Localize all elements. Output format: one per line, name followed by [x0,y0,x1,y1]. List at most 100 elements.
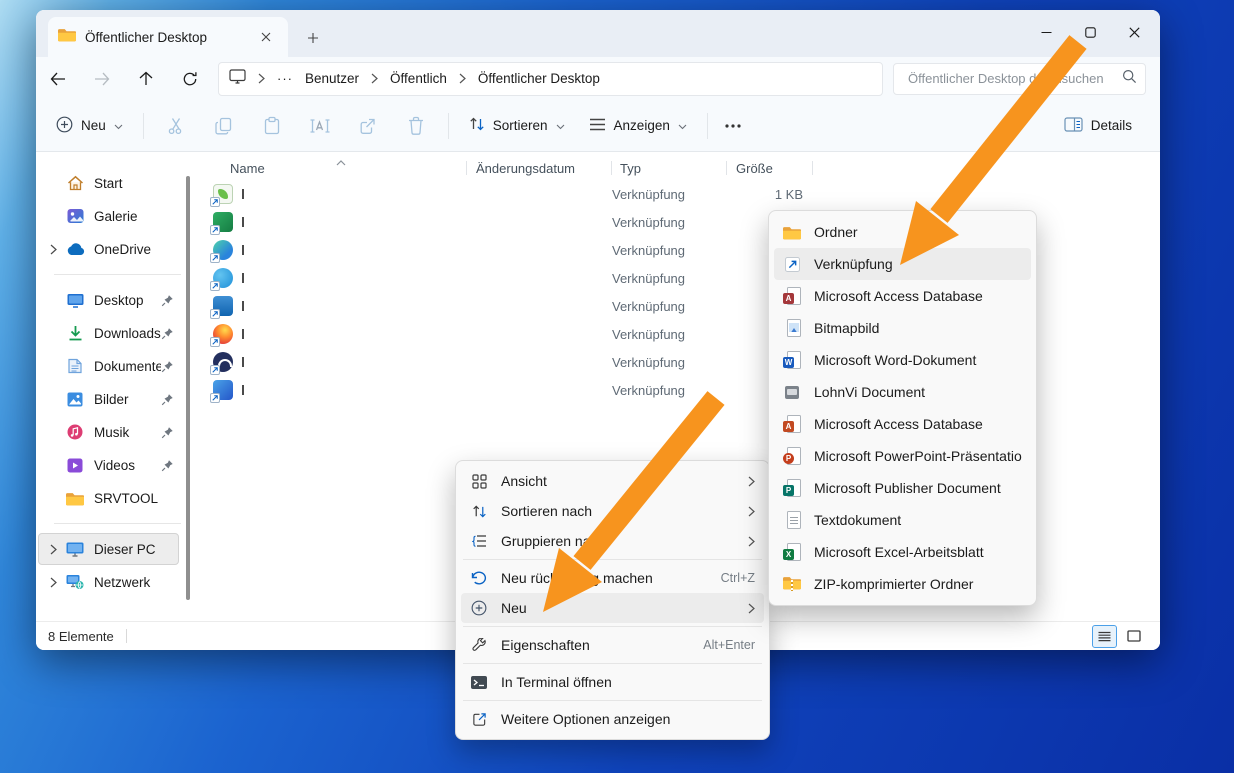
forward-button[interactable] [80,63,124,95]
menu-item-ansicht[interactable]: Ansicht [461,466,764,496]
new-tab-button[interactable] [300,25,326,51]
sidebar-scrollbar[interactable] [186,176,190,600]
search-input[interactable] [906,70,1122,87]
menu-item-gruppieren-nach[interactable]: Gruppieren nach [461,526,764,556]
chevron-right-icon [258,73,265,84]
sort-button[interactable]: Sortieren [457,109,577,143]
pin-icon [161,327,174,340]
view-button[interactable]: Anzeigen [577,109,699,143]
pin-icon [161,360,174,373]
breadcrumb-oeffentlicher-desktop[interactable]: Öffentlicher Desktop [478,71,600,86]
redacted-file-name [242,301,244,311]
tab-close-icon[interactable] [254,25,278,49]
tab-oeffentlicher-desktop[interactable]: Öffentlicher Desktop [48,17,288,57]
navigation-sidebar: Start Galerie OneDrive Desktop [36,152,195,622]
word-doc-icon: W [783,351,801,369]
submenu-item-bitmapbild[interactable]: Bitmapbild [774,312,1031,344]
sidebar-item-videos[interactable]: Videos [38,449,179,481]
breadcrumb[interactable]: ··· Benutzer Öffentlich Öffentlicher Des… [218,62,883,96]
submenu-item-verknuepfung[interactable]: Verknüpfung [774,248,1031,280]
sidebar-item-start[interactable]: Start [38,167,179,199]
shortcut-file-icon [213,212,233,232]
chevron-expand-icon[interactable] [41,577,65,588]
chevron-right-icon [748,536,755,547]
breadcrumb-oeffentlich[interactable]: Öffentlich [390,71,447,86]
details-pane-button[interactable]: Details [1052,109,1144,143]
minimize-button[interactable] [1024,16,1068,48]
sidebar-item-dokumente[interactable]: Dokumente [38,350,179,382]
pin-icon [161,459,174,472]
details-view-toggle[interactable] [1092,625,1117,648]
paste-button[interactable] [248,109,296,143]
sidebar-item-musik[interactable]: Musik [38,416,179,448]
sidebar-item-bilder[interactable]: Bilder [38,383,179,415]
chevron-expand-icon[interactable] [41,544,65,555]
publisher-doc-icon: P [783,479,801,497]
menu-item-sortieren-nach[interactable]: Sortieren nach [461,496,764,526]
shortcut-file-icon [213,380,233,400]
menu-item-weitere-optionen-anzeigen[interactable]: Weitere Optionen anzeigen [461,704,764,734]
submenu-item-access-database-2[interactable]: A Microsoft Access Database [774,408,1031,440]
submenu-item-excel-arbeitsblatt[interactable]: X Microsoft Excel-Arbeitsblatt [774,536,1031,568]
menu-item-neu[interactable]: Neu [461,593,764,623]
sidebar-item-srvtool[interactable]: SRVTOOL [38,482,179,514]
sidebar-item-onedrive[interactable]: OneDrive [38,233,179,265]
shortcut-file-icon [213,184,233,204]
close-button[interactable] [1112,16,1156,48]
downloads-icon [65,325,85,341]
sidebar-item-desktop[interactable]: Desktop [38,284,179,316]
search-icon[interactable] [1122,69,1137,89]
back-button[interactable] [36,63,80,95]
column-header-name[interactable]: Name [195,156,467,180]
sidebar-item-dieser-pc[interactable]: Dieser PC [38,533,179,565]
file-row[interactable]: Verknüpfung1 KB [195,180,1160,208]
plus-circle-icon [56,116,73,136]
chevron-right-icon [748,476,755,487]
menu-item-eigenschaften[interactable]: Eigenschaften Alt+Enter [461,630,764,660]
list-lines-icon [589,118,606,134]
column-header-type[interactable]: Typ [612,156,727,180]
rename-button[interactable] [296,109,344,143]
submenu-item-publisher-document[interactable]: P Microsoft Publisher Document [774,472,1031,504]
submenu-item-powerpoint-praesentation[interactable]: P Microsoft PowerPoint-Präsentation [774,440,1031,472]
submenu-item-access-database[interactable]: A Microsoft Access Database [774,280,1031,312]
menu-item-neu-rueckgaengig-machen[interactable]: Neu rückgängig machen Ctrl+Z [461,563,764,593]
context-menu: Ansicht Sortieren nach Gruppieren nach N… [455,460,770,740]
large-icons-view-toggle[interactable] [1121,625,1146,648]
up-button[interactable] [124,63,168,95]
sidebar-item-downloads[interactable]: Downloads [38,317,179,349]
breadcrumb-benutzer[interactable]: Benutzer [305,71,359,86]
sidebar-item-galerie[interactable]: Galerie [38,200,179,232]
submenu-item-ordner[interactable]: Ordner [774,216,1031,248]
new-submenu: Ordner Verknüpfung A Microsoft Access Da… [768,210,1037,606]
statusbar-separator [126,629,127,643]
redacted-file-name [242,217,244,227]
search-box[interactable] [893,63,1146,95]
new-button[interactable]: Neu [44,109,135,143]
details-pane-icon [1064,117,1083,135]
submenu-item-textdokument[interactable]: Textdokument [774,504,1031,536]
chevron-expand-icon[interactable] [41,244,65,255]
redacted-file-name [242,245,244,255]
breadcrumb-ellipsis[interactable]: ··· [277,71,293,86]
sidebar-separator [54,523,181,524]
refresh-button[interactable] [168,63,212,95]
maximize-button[interactable] [1068,16,1112,48]
sidebar-item-netzwerk[interactable]: Netzwerk [38,566,179,598]
submenu-item-zip-ordner[interactable]: ZIP-komprimierter Ordner [774,568,1031,600]
submenu-item-lohnvi-document[interactable]: LohnVi Document [774,376,1031,408]
home-icon [65,175,85,191]
cut-button[interactable] [152,109,200,143]
menu-item-in-terminal-oeffnen[interactable]: In Terminal öffnen [461,667,764,697]
shortcut-file-icon [213,324,233,344]
share-button[interactable] [344,109,392,143]
sort-ascending-icon [336,154,346,169]
folder-icon [783,225,801,240]
menu-separator [463,663,762,664]
column-header-date[interactable]: Änderungsdatum [467,156,612,180]
more-options-button[interactable] [716,109,750,143]
column-header-size[interactable]: Größe [727,156,813,180]
delete-button[interactable] [392,109,440,143]
submenu-item-word-dokument[interactable]: W Microsoft Word-Dokument [774,344,1031,376]
copy-button[interactable] [200,109,248,143]
